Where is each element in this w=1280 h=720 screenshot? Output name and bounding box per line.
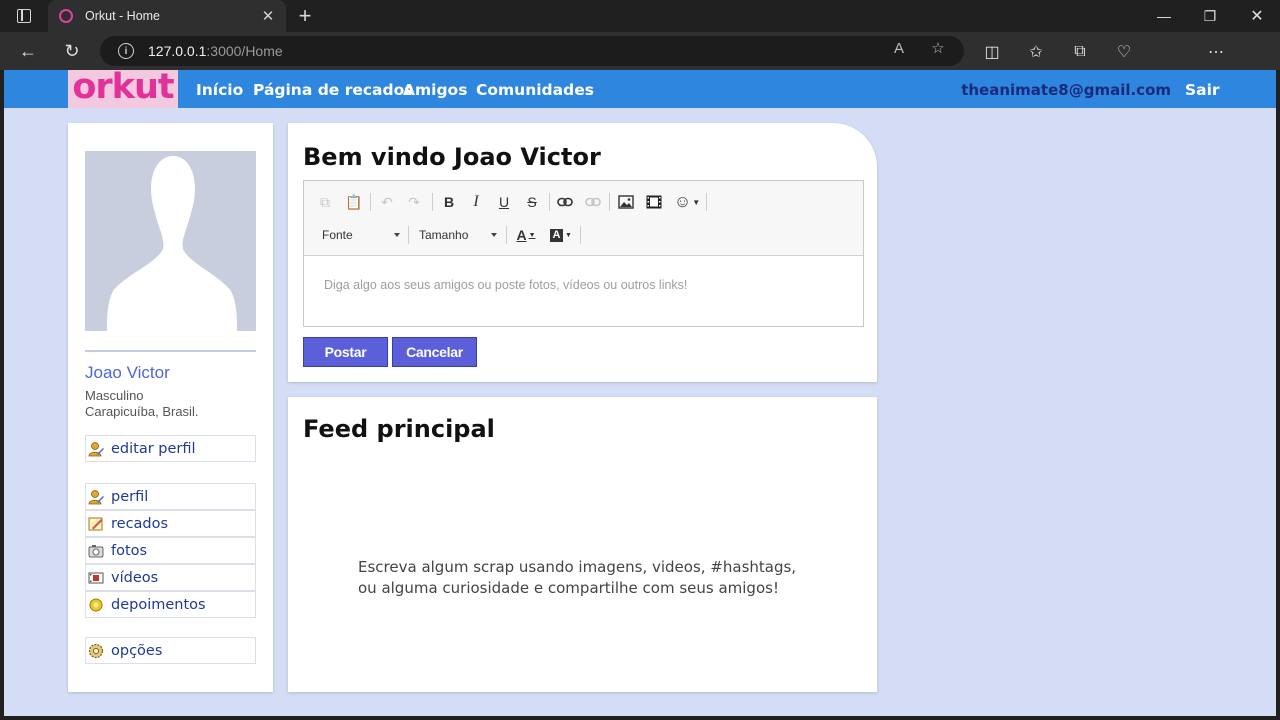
browser-toolbar: ← ↻ i 127.0.0.1:3000/Home A ☆ ◫ ✩ ⧉ ♡ ⋯ <box>0 32 1280 94</box>
new-tab-icon[interactable]: + <box>293 3 317 28</box>
minimize-icon[interactable]: — <box>1141 0 1187 32</box>
sidebar-item-depoimentos[interactable]: depoimentos <box>85 591 256 618</box>
chevron-down-icon <box>394 233 400 237</box>
toolbar-separator <box>706 193 707 211</box>
toolbar-separator <box>370 193 371 211</box>
sidebar-item-recados[interactable]: recados <box>85 510 256 537</box>
font-size-select[interactable]: Tamanho <box>419 225 497 245</box>
edit-profile-link[interactable]: editar perfil <box>85 435 256 462</box>
menu-label: vídeos <box>111 569 159 586</box>
redo-icon[interactable]: ↷ <box>403 191 425 213</box>
feed-card: Feed principal Escreva algum scrap usand… <box>288 397 877 692</box>
profile-location: Carapicuíba, Brasil. <box>85 404 199 419</box>
unlink-icon[interactable] <box>582 191 604 213</box>
toolbar-separator <box>549 193 550 211</box>
feed-empty-message: Escreva algum scrap usando imagens, vide… <box>358 558 797 597</box>
user-edit-icon <box>88 441 104 457</box>
cancel-button[interactable]: Cancelar <box>392 337 477 367</box>
text-color-icon[interactable]: A ▼ <box>513 224 539 246</box>
address-bar[interactable]: i 127.0.0.1:3000/Home <box>100 36 964 66</box>
page-title: Bem vindo Joao Victor <box>303 143 601 171</box>
post-editor-input[interactable]: Diga algo aos seus amigos ou poste fotos… <box>324 278 687 292</box>
favorite-star-icon[interactable]: ☆ <box>929 39 947 57</box>
italic-icon[interactable]: I <box>465 191 487 213</box>
editor-placeholder: Diga algo aos seus amigos ou poste fotos… <box>324 278 688 292</box>
avatar[interactable] <box>85 151 256 331</box>
chevron-down-icon <box>491 233 497 237</box>
undo-icon[interactable]: ↶ <box>376 191 398 213</box>
toolbar-separator <box>609 193 610 211</box>
browser-tabbar: Orkut - Home ✕ + — ❐ ✕ <box>0 0 1280 32</box>
feed-title: Feed principal <box>303 415 495 443</box>
gear-icon <box>88 643 104 659</box>
toolbar-separator <box>506 226 507 244</box>
copy-icon[interactable]: ⧉ <box>314 191 336 213</box>
editor-toolbar: ⧉ 📋 ↶ ↷ B I U S ☺ ▼ Fonte Tamanho A ▼ A … <box>304 181 863 256</box>
page-viewport: orkut Início Página de recados Amigos Co… <box>4 70 1276 716</box>
background-color-icon[interactable]: A ▼ <box>547 224 575 246</box>
note-icon <box>88 516 104 532</box>
collections-icon[interactable]: ⧉ <box>1069 41 1091 63</box>
toolbar-separator <box>432 193 433 211</box>
font-family-select[interactable]: Fonte <box>322 225 400 245</box>
split-screen-icon[interactable]: ◫ <box>981 41 1003 63</box>
close-window-icon[interactable]: ✕ <box>1234 0 1280 32</box>
nav-link-recados[interactable]: Página de recados <box>253 81 413 99</box>
logout-link[interactable]: Sair <box>1185 81 1220 99</box>
profile-sidebar: Joao Victor Masculino Carapicuíba, Brasi… <box>68 123 273 692</box>
orkut-logo[interactable]: orkut <box>68 70 178 108</box>
nav-link-amigos[interactable]: Amigos <box>403 81 467 99</box>
welcome-card: Bem vindo Joao Victor ⧉ 📋 ↶ ↷ B I U S ☺ … <box>288 123 877 382</box>
post-button[interactable]: Postar <box>303 337 388 367</box>
profile-name[interactable]: Joao Victor <box>85 363 170 383</box>
toolbar-separator <box>580 226 581 244</box>
close-tab-icon[interactable]: ✕ <box>258 6 278 26</box>
profile-gender: Masculino <box>85 388 144 403</box>
divider <box>85 350 256 352</box>
nav-link-comunidades[interactable]: Comunidades <box>476 81 594 99</box>
url-text: 127.0.0.1:3000/Home <box>148 43 283 59</box>
tab-actions-icon[interactable] <box>8 6 40 26</box>
back-icon[interactable]: ← <box>14 37 42 65</box>
browser-essentials-icon[interactable]: ♡ <box>1113 41 1135 63</box>
reload-icon[interactable]: ↻ <box>58 37 86 65</box>
link-icon[interactable] <box>554 191 576 213</box>
film-icon <box>88 570 104 586</box>
orkut-favicon-icon <box>59 9 73 23</box>
top-navbar: orkut Início Página de recados Amigos Co… <box>4 70 1276 108</box>
menu-label: fotos <box>111 542 148 559</box>
browser-tab[interactable]: Orkut - Home ✕ <box>48 0 286 32</box>
video-icon[interactable] <box>643 191 665 213</box>
menu-label: opções <box>111 642 163 659</box>
rich-text-editor: ⧉ 📋 ↶ ↷ B I U S ☺ ▼ Fonte Tamanho A ▼ A … <box>303 180 864 327</box>
emoji-icon[interactable]: ☺ ▼ <box>671 191 703 213</box>
site-info-icon[interactable]: i <box>118 43 134 59</box>
menu-label: depoimentos <box>111 596 206 613</box>
sidebar-item-videos[interactable]: vídeos <box>85 564 256 591</box>
underline-icon[interactable]: U <box>493 191 515 213</box>
tab-title: Orkut - Home <box>85 9 161 23</box>
strikethrough-icon[interactable]: S <box>521 191 543 213</box>
sidebar-item-fotos[interactable]: fotos <box>85 537 256 564</box>
read-aloud-icon[interactable]: A <box>890 39 908 57</box>
user-icon <box>88 489 104 505</box>
star-badge-icon <box>88 597 104 613</box>
more-menu-icon[interactable]: ⋯ <box>1205 41 1227 63</box>
image-icon[interactable] <box>615 191 637 213</box>
menu-label: perfil <box>111 488 149 505</box>
nav-link-inicio[interactable]: Início <box>196 81 243 99</box>
camera-icon <box>88 543 104 559</box>
bold-icon[interactable]: B <box>438 191 460 213</box>
sidebar-item-opcoes[interactable]: opções <box>85 637 256 664</box>
menu-label: recados <box>111 515 169 532</box>
paste-icon[interactable]: 📋 <box>343 191 365 213</box>
menu-label: editar perfil <box>111 440 196 457</box>
user-email-link[interactable]: theanimate8@gmail.com <box>961 81 1171 99</box>
favorites-icon[interactable]: ✩ <box>1025 41 1047 63</box>
toolbar-separator <box>408 226 409 244</box>
sidebar-item-perfil[interactable]: perfil <box>85 483 256 510</box>
restore-icon[interactable]: ❐ <box>1187 0 1233 32</box>
